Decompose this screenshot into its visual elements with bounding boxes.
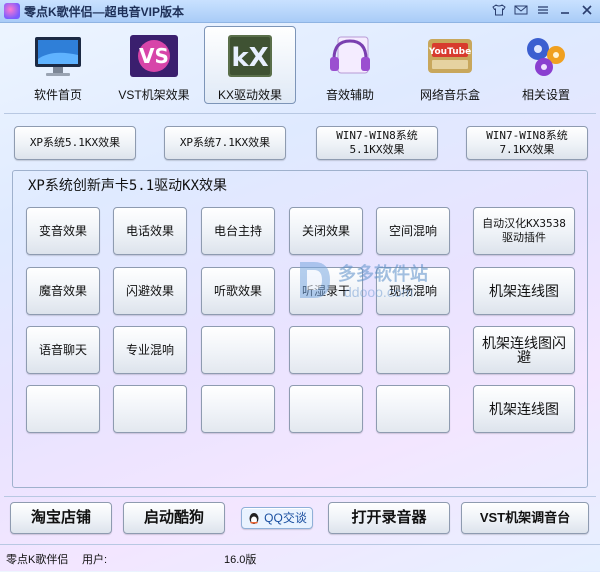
tab-xp-7-1[interactable]: XP系统7.1KX效果 <box>164 126 286 160</box>
vst-icon: VS <box>130 35 178 77</box>
status-user-label: 用户: <box>82 554 108 566</box>
qq-chat-label: QQ交谈 <box>264 511 307 525</box>
effect-button[interactable]: 魔音效果 <box>26 267 100 315</box>
status-app-name: 零点K歌伴侣 <box>6 554 69 566</box>
tab-win7-7-1[interactable]: WIN7-WIN8系统 7.1KX效果 <box>466 126 588 160</box>
toolbar-label: 网络音乐盒 <box>419 88 480 102</box>
effect-button[interactable]: 电话效果 <box>113 207 187 255</box>
empty-effect-slot[interactable] <box>376 385 450 433</box>
toolbar-label: VST机架效果 <box>118 88 190 102</box>
empty-effect-slot[interactable] <box>113 385 187 433</box>
divider <box>4 113 596 114</box>
rack-wiring-button[interactable]: 机架连线图 <box>473 267 575 315</box>
empty-effect-slot[interactable] <box>201 326 275 374</box>
empty-effect-slot[interactable] <box>289 385 363 433</box>
qq-chat-button[interactable]: QQ交谈 <box>241 507 313 529</box>
qq-penguin-icon <box>249 513 259 524</box>
empty-effect-slot[interactable] <box>201 385 275 433</box>
effect-button[interactable]: 空间混响 <box>376 207 450 255</box>
toolbar-item-vst[interactable]: VS VST机架效果 <box>108 26 200 104</box>
toolbar-label: KX驱动效果 <box>217 88 282 102</box>
toolbar-label: 音效辅助 <box>325 88 374 102</box>
empty-effect-slot[interactable] <box>26 385 100 433</box>
open-recorder-button[interactable]: 打开录音器 <box>328 502 450 534</box>
toolbar-item-kx[interactable]: kX KX驱动效果 <box>204 26 296 104</box>
launch-kugou-button[interactable]: 启动酷狗 <box>123 502 225 534</box>
effect-button[interactable]: 关闭效果 <box>289 207 363 255</box>
effect-button[interactable]: 专业混响 <box>113 326 187 374</box>
tab-xp-5-1[interactable]: XP系统5.1KX效果 <box>14 126 136 160</box>
taobao-store-button[interactable]: 淘宝店铺 <box>10 502 112 534</box>
window-title: 零点K歌伴侣—超电音VIP版本 <box>24 5 185 19</box>
status-version: 16.0版 <box>224 554 257 566</box>
effect-button[interactable]: 听歌效果 <box>201 267 275 315</box>
effect-button[interactable]: 听湿录干 <box>289 267 363 315</box>
effect-button[interactable]: 变音效果 <box>26 207 100 255</box>
title-bar: 零点K歌伴侣—超电音VIP版本 <box>0 0 600 23</box>
monitor-icon <box>35 37 81 76</box>
toolbar-item-home[interactable]: 软件首页 <box>12 26 104 104</box>
kx-icon: kX <box>228 35 272 77</box>
close-icon[interactable] <box>578 2 596 18</box>
toolbar-label: 软件首页 <box>33 88 82 102</box>
empty-effect-slot[interactable] <box>376 326 450 374</box>
toolbar-item-audio-assist[interactable]: 音效辅助 <box>304 26 396 104</box>
effect-button[interactable]: 语音聊天 <box>26 326 100 374</box>
skin-icon[interactable] <box>490 2 508 18</box>
toolbar-item-music-box[interactable]: YouTube 网络音乐盒 <box>404 26 496 104</box>
divider <box>4 496 596 497</box>
vst-mixer-button[interactable]: VST机架调音台 <box>461 502 589 534</box>
rack-wiring-dodge-button[interactable]: 机架连线图闪避 <box>473 326 575 374</box>
kx-plugin-button[interactable]: 自动汉化KX3538驱动插件 <box>473 207 575 255</box>
status-bar: 零点K歌伴侣 用户: 16.0版 <box>0 544 600 572</box>
group-title: XP系统创新声卡5.1驱动KX效果 <box>28 178 228 194</box>
menu-icon[interactable] <box>534 2 552 18</box>
empty-effect-slot[interactable] <box>289 326 363 374</box>
rack-wiring-button-2[interactable]: 机架连线图 <box>473 385 575 433</box>
youtube-icon: YouTube <box>428 39 472 73</box>
headphones-icon <box>330 36 370 74</box>
gears-icon <box>527 38 565 76</box>
effect-button[interactable]: 现场混响 <box>376 267 450 315</box>
app-logo-icon <box>4 3 20 19</box>
mail-icon[interactable] <box>512 2 530 18</box>
toolbar-item-settings[interactable]: 相关设置 <box>500 26 592 104</box>
minimize-icon[interactable] <box>556 2 574 18</box>
main-toolbar: 软件首页 VS VST机架效果 kX KX驱动效果 音效辅助 YouTube 网… <box>8 24 592 108</box>
effect-button[interactable]: 闪避效果 <box>113 267 187 315</box>
effect-button[interactable]: 电台主持 <box>201 207 275 255</box>
toolbar-label: 相关设置 <box>521 88 570 102</box>
svg-text:YouTube: YouTube <box>428 47 471 57</box>
svg-text:VS: VS <box>139 44 169 68</box>
svg-text:kX: kX <box>231 43 268 73</box>
tab-win7-5-1[interactable]: WIN7-WIN8系统 5.1KX效果 <box>316 126 438 160</box>
